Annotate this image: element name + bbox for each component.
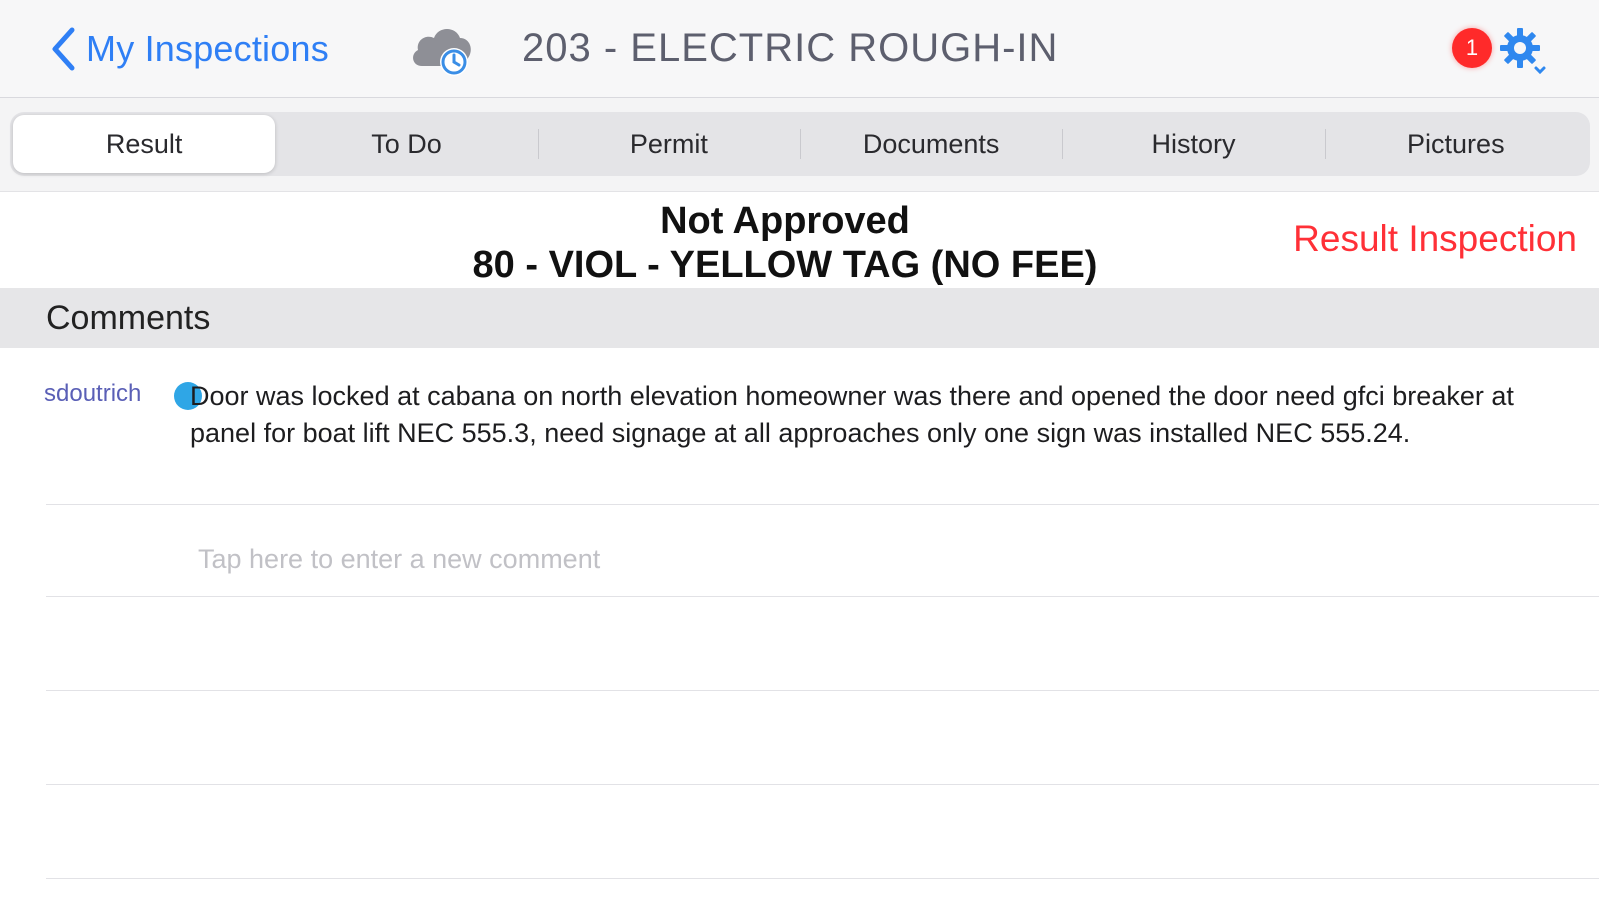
back-button[interactable]: My Inspections <box>50 24 329 74</box>
inspection-status: Not Approved 80 - VIOL - YELLOW TAG (NO … <box>0 192 1599 288</box>
divider <box>46 596 1599 597</box>
new-comment-input[interactable]: Tap here to enter a new comment <box>198 544 600 575</box>
divider <box>46 690 1599 691</box>
comments-title: Comments <box>46 299 211 337</box>
result-inspection-button[interactable]: Result Inspection <box>1293 218 1577 260</box>
tab-to-do[interactable]: To Do <box>275 115 537 173</box>
gear-icon[interactable] <box>1498 26 1548 76</box>
divider <box>46 784 1599 785</box>
comment-author: sdoutrich <box>44 380 142 407</box>
tab-history[interactable]: History <box>1062 115 1324 173</box>
tab-bar-container: Result To Do Permit Documents History Pi… <box>0 98 1599 192</box>
notification-badge[interactable]: 1 <box>1452 28 1492 68</box>
page-title: 203 - ELECTRIC ROUGH-IN <box>522 26 1059 70</box>
chevron-left-icon <box>50 27 76 71</box>
comment-item[interactable]: sdoutrich Door was locked at cabana on n… <box>0 360 1599 512</box>
back-button-label: My Inspections <box>86 28 329 69</box>
tab-permit[interactable]: Permit <box>537 115 800 173</box>
segmented-control: Result To Do Permit Documents History Pi… <box>10 112 1590 176</box>
divider <box>46 878 1599 879</box>
navigation-bar: My Inspections 203 - ELECTRIC ROUGH-IN 1 <box>0 0 1599 98</box>
tab-pictures[interactable]: Pictures <box>1324 115 1587 173</box>
tab-documents[interactable]: Documents <box>799 115 1062 173</box>
tab-result[interactable]: Result <box>13 115 276 173</box>
comments-section-header: Comments <box>0 288 1599 348</box>
divider <box>46 504 1599 505</box>
cloud-clock-icon[interactable] <box>408 20 476 80</box>
comment-text: Door was locked at cabana on north eleva… <box>190 381 1514 448</box>
